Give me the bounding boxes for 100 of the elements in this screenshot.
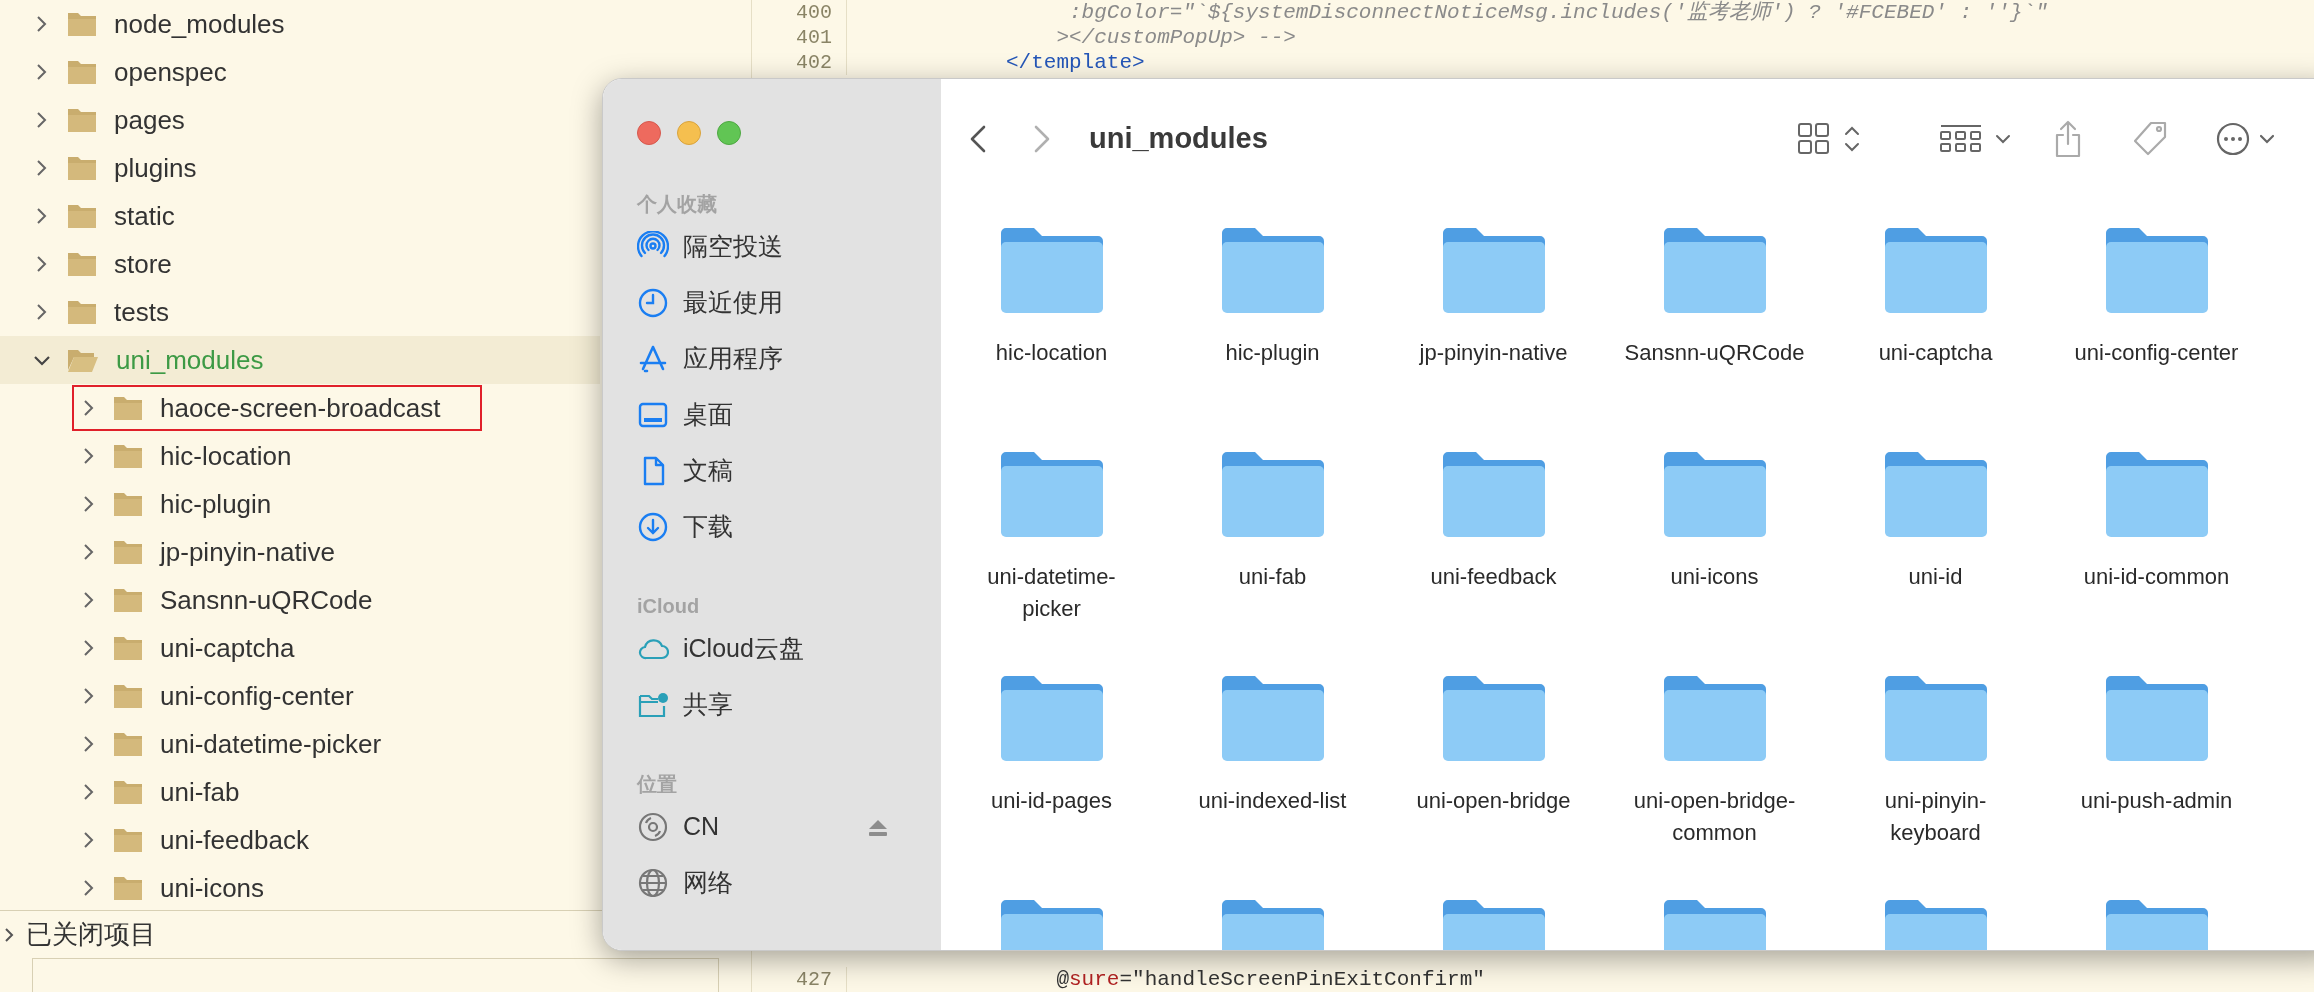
section-heading: 位置 [637,772,678,797]
folder-icon [112,682,144,710]
file-name[interactable]: hic-plugin [1225,337,1320,369]
folder-name[interactable]: pages [114,100,185,140]
folder-name[interactable]: store [114,244,172,284]
file-name[interactable]: hic-location [995,337,1108,369]
file-name[interactable]: uni-datetime-picker [960,561,1143,625]
code-line: :bgColor="`${systemDisconnectNoticeMsg.includes('监考老师') ? '#FCEBED' : ''}`" [1068,0,2048,26]
chevron-right-icon[interactable] [35,15,49,33]
file-name[interactable]: uni-id [1908,561,1963,593]
folder-name[interactable]: uni-feedback [160,820,309,860]
file-name[interactable]: uni-open-bridge [1416,785,1571,817]
folder-title: uni_modules [1089,121,1268,157]
chevron-right-icon[interactable] [82,879,96,897]
sidebar-item[interactable]: 共享 [683,686,733,724]
line-number: 402 [795,49,832,76]
file-name[interactable]: uni-fab [1238,561,1307,593]
folder-name[interactable]: jp-pinyin-native [160,532,335,572]
folder-icon [112,826,144,854]
folder-icon [112,442,144,470]
sidebar-item[interactable]: 隔空投送 [683,228,783,266]
folder-name[interactable]: static [114,196,175,236]
folder-icon [66,202,98,230]
folder-name[interactable]: uni-config-center [160,676,354,716]
code-line: @sure="handleScreenPinExitConfirm" [1055,966,1485,992]
sidebar-item[interactable]: 网络 [683,864,733,902]
chevron-down-icon[interactable] [33,353,51,367]
folder-name[interactable]: plugins [114,148,197,188]
back-icon[interactable] [969,124,987,154]
chevron-right-icon[interactable] [35,111,49,129]
folder-icon [112,730,144,758]
folder-icon [66,10,98,38]
folder-icon [112,778,144,806]
chevron-right-icon[interactable] [82,495,96,513]
sidebar-item[interactable]: iCloud云盘 [683,630,804,668]
file-name[interactable]: Sansnn-uQRCode [1624,337,1805,369]
file-name[interactable]: uni-config-center [2074,337,2239,369]
folder-name[interactable]: hic-location [160,436,292,476]
chevron-right-icon[interactable] [35,207,49,225]
group-icon[interactable] [1939,124,2013,154]
folder-name[interactable]: haoce-screen-broadcast [160,388,441,428]
folder-icon [66,250,98,278]
section-heading: 个人收藏 [637,192,718,217]
file-name[interactable]: uni-captcha [1878,337,1993,369]
chevron-right-icon[interactable] [35,159,49,177]
more-icon[interactable] [2215,121,2275,157]
download-icon [637,511,669,543]
chevron-right-icon[interactable] [4,926,14,943]
folder-name[interactable]: uni-icons [160,868,265,908]
chevron-right-icon[interactable] [82,447,96,465]
folder-icon [66,106,98,134]
code-line: </template> [1006,49,1145,76]
closed-projects-label[interactable]: 已关闭项目 [26,915,156,954]
disk-icon [637,811,669,843]
chevron-right-icon[interactable] [82,543,96,561]
chevron-right-icon[interactable] [82,735,96,753]
file-name[interactable]: uni-id-common [2083,561,2230,593]
file-name[interactable]: uni-id-pages [990,785,1113,817]
file-name[interactable]: uni-indexed-list [1198,785,1347,817]
file-name[interactable]: uni-icons [1670,561,1759,593]
chevron-right-icon[interactable] [82,687,96,705]
folder-icon [112,394,144,422]
sidebar-item[interactable]: 下载 [683,508,733,546]
folder-icon [66,58,98,86]
chevron-right-icon[interactable] [82,399,96,417]
file-name[interactable]: uni-open-bridge-common [1623,785,1806,849]
file-name[interactable]: jp-pinyin-native [1419,337,1568,369]
chevron-right-icon[interactable] [82,831,96,849]
folder-name[interactable]: hic-plugin [160,484,272,524]
folder-name[interactable]: node_modules [114,4,285,44]
folder-icon [112,874,144,902]
file-name[interactable]: uni-pinyin-keyboard [1844,785,2027,849]
chevron-right-icon[interactable] [82,639,96,657]
folder-name[interactable]: uni-captcha [160,628,295,668]
sidebar-item[interactable]: 桌面 [683,396,733,434]
chevron-right-icon[interactable] [35,63,49,81]
folder-name[interactable]: tests [114,292,169,332]
folder-icon [66,298,98,326]
sidebar-item[interactable]: CN [683,808,720,846]
folder-name[interactable]: openspec [114,52,227,92]
section-heading: iCloud [637,594,701,619]
folder-name[interactable]: uni-fab [160,772,240,812]
folder-name[interactable]: Sansnn-uQRCode [160,580,373,620]
close-button[interactable] [637,121,661,145]
folder-icon [112,490,144,518]
file-name[interactable]: uni-push-admin [2080,785,2233,817]
chevron-right-icon[interactable] [35,303,49,321]
line-number: 401 [795,24,832,51]
code-line: ></customPopUp> --> [1055,24,1296,51]
chevron-right-icon[interactable] [82,783,96,801]
chevron-right-icon[interactable] [82,591,96,609]
chevron-right-icon[interactable] [35,255,49,273]
sidebar-item[interactable]: 文稿 [683,452,733,490]
file-name[interactable]: uni-feedback [1430,561,1557,593]
sidebar-item[interactable]: 最近使用 [683,284,783,322]
sidebar-item[interactable]: 应用程序 [683,340,783,378]
folder-name[interactable]: uni-datetime-picker [160,724,382,764]
eject-icon[interactable] [867,818,889,836]
line-number: 427 [795,966,832,992]
globe-icon [637,867,669,899]
